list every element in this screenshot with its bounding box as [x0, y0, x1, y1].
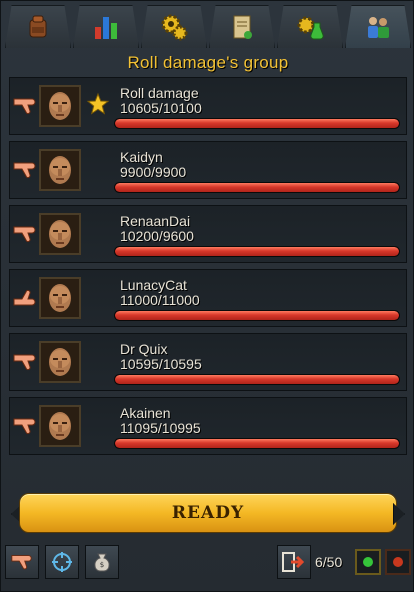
red-dot-icon: [393, 557, 403, 567]
tab-settings[interactable]: [141, 5, 207, 48]
avatar: [39, 405, 81, 447]
tab-quests[interactable]: [209, 5, 275, 48]
member-row[interactable]: Akainen 11095/10995: [9, 397, 407, 455]
thumbs-down-icon[interactable]: [12, 351, 38, 373]
avatar: [39, 213, 81, 255]
exit-door-icon: [282, 552, 305, 572]
avatar: [39, 149, 81, 191]
member-hp: 10200/9600: [120, 228, 194, 244]
member-row[interactable]: Roll damage 10605/10100: [9, 77, 407, 135]
thumbs-down-icon: [11, 555, 32, 570]
member-list: Roll damage 10605/10100 Kaidyn 9900/9900 Ren…: [9, 77, 407, 461]
health-bar-fill: [115, 311, 399, 320]
character-face-icon: [41, 343, 79, 381]
health-bar-fill: [115, 183, 399, 192]
health-bar-fill: [115, 439, 399, 448]
money-bag-icon: $: [94, 553, 110, 572]
member-row[interactable]: Kaidyn 9900/9900: [9, 141, 407, 199]
settings-gear-icon: [161, 14, 188, 41]
vote-kick-button[interactable]: [5, 545, 39, 579]
character-face-icon: [41, 215, 79, 253]
ready-button[interactable]: READY: [19, 493, 397, 533]
member-hp: 10595/10595: [120, 356, 202, 372]
health-bar: [114, 246, 400, 257]
member-name: RenaanDai: [120, 213, 191, 229]
health-bar-fill: [115, 247, 399, 256]
health-bar: [114, 310, 400, 321]
character-face-icon: [41, 407, 79, 445]
avatar: [39, 277, 81, 319]
thumbs-down-icon[interactable]: [12, 415, 38, 437]
member-hp: 10605/10100: [120, 100, 202, 116]
tab-group[interactable]: [345, 5, 411, 48]
ready-cap-right: [393, 503, 405, 525]
member-row[interactable]: RenaanDai 10200/9600: [9, 205, 407, 263]
health-bar-fill: [115, 119, 399, 128]
backpack-icon: [29, 15, 47, 38]
health-bar: [114, 374, 400, 385]
group-panel: Roll damage's group Roll damage 10605/101…: [0, 0, 414, 592]
member-hp: 11095/10995: [120, 420, 201, 436]
group-title: Roll damage's group: [127, 53, 289, 72]
member-hp: 9900/9900: [120, 164, 187, 180]
character-face-icon: [41, 151, 79, 189]
character-face-icon: [41, 87, 79, 125]
health-bar: [114, 182, 400, 193]
green-dot-icon: [363, 557, 373, 567]
thumbs-down-icon[interactable]: [12, 95, 38, 117]
thumbs-up-icon[interactable]: [12, 287, 38, 309]
member-hp: 11000/11000: [120, 292, 200, 308]
character-face-icon: [41, 279, 79, 317]
avatar: [39, 85, 81, 127]
leave-group-button[interactable]: [277, 545, 311, 579]
member-name: Akainen: [120, 405, 171, 421]
health-bar: [114, 118, 400, 129]
member-name: LunacyCat: [120, 277, 187, 293]
avatar: [39, 341, 81, 383]
thumbs-down-icon[interactable]: [12, 159, 38, 181]
footer-toolbar: $ 6/50: [5, 545, 411, 583]
tab-potion-settings[interactable]: [277, 5, 343, 48]
crosshair-icon: [52, 552, 72, 572]
status-ready-indicator[interactable]: [355, 549, 381, 575]
member-row[interactable]: Dr Quix 10595/10595: [9, 333, 407, 391]
health-bar: [114, 438, 400, 449]
member-name: Kaidyn: [120, 149, 163, 165]
member-name: Dr Quix: [120, 341, 168, 357]
group-people-icon: [368, 17, 389, 38]
thumbs-down-icon[interactable]: [12, 223, 38, 245]
leader-star-icon: [86, 92, 110, 115]
health-bar-fill: [115, 375, 399, 384]
ready-bar: READY: [11, 493, 405, 535]
loot-button[interactable]: $: [85, 545, 119, 579]
member-row[interactable]: LunacyCat 11000/11000: [9, 269, 407, 327]
tab-backpack[interactable]: [5, 5, 71, 48]
member-name: Roll damage: [120, 85, 199, 101]
stats-chart-icon: [95, 17, 117, 39]
tab-bar: [5, 5, 411, 49]
target-button[interactable]: [45, 545, 79, 579]
status-notready-indicator[interactable]: [385, 549, 411, 575]
scroll-quest-icon: [233, 15, 252, 39]
member-count: 6/50: [315, 554, 343, 570]
svg-text:$: $: [100, 561, 104, 569]
tab-stats[interactable]: [73, 5, 139, 48]
potion-gear-icon: [297, 16, 324, 40]
